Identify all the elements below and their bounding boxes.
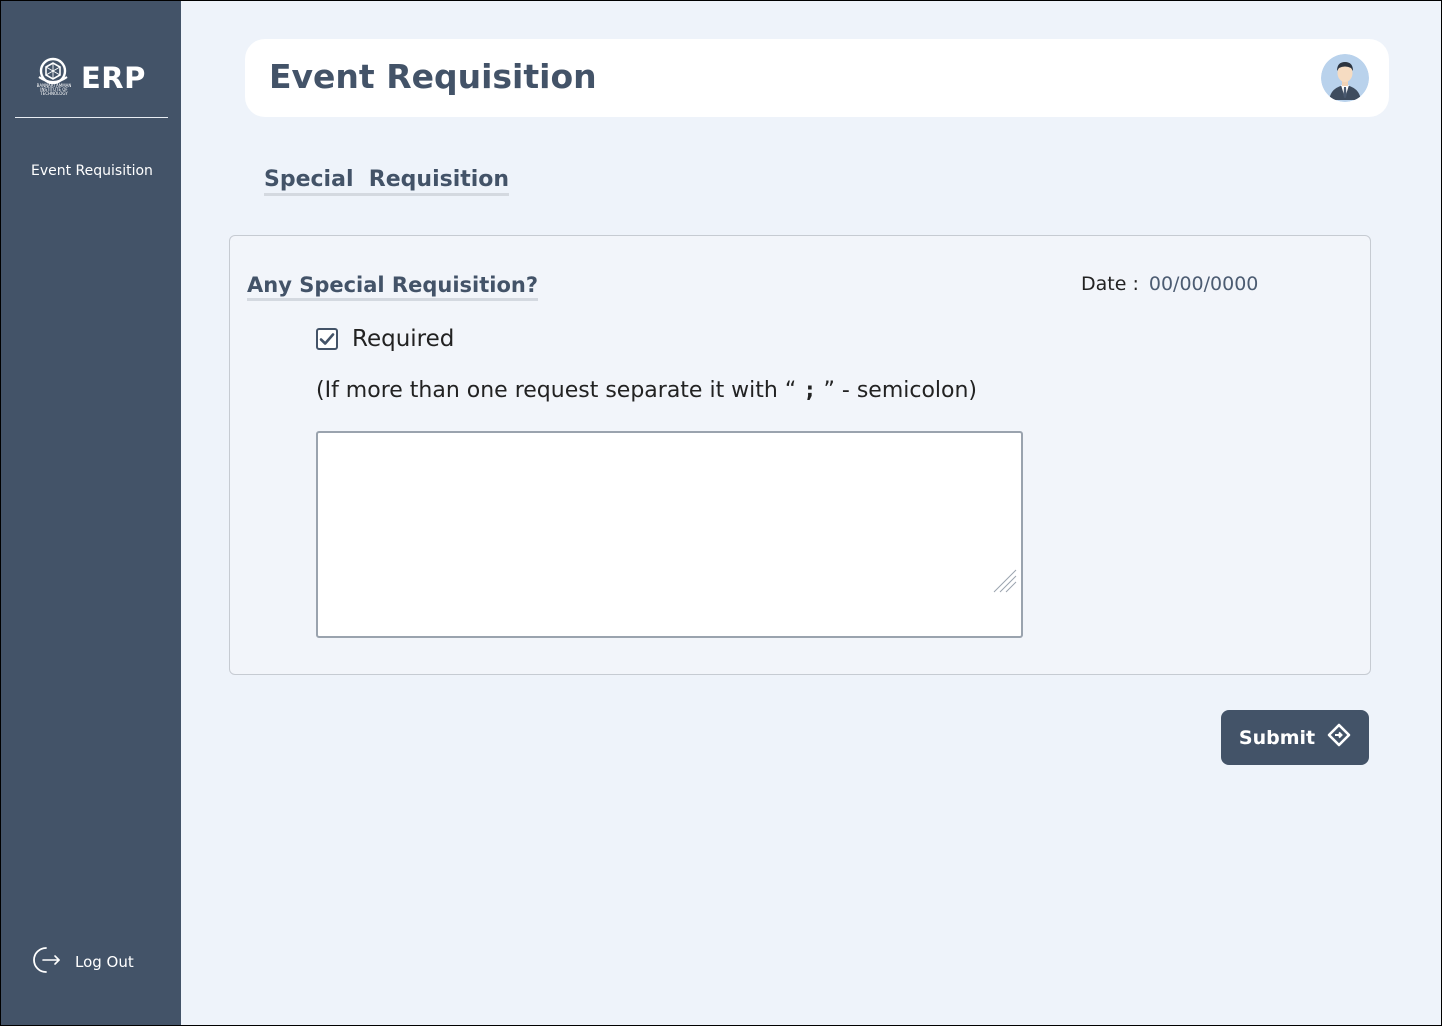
special-requisition-card: Any Special Requisition? Date : 00/00/00… — [229, 235, 1371, 675]
logo: BANNARI AMMAN INSTITUTE OF TECHNOLOGY ER… — [31, 57, 161, 99]
emblem-caption: BANNARI AMMAN INSTITUTE OF TECHNOLOGY — [36, 83, 72, 96]
required-checkbox-row[interactable]: Required — [316, 326, 454, 352]
section-title: Special Requisition — [264, 167, 510, 196]
resize-handle-icon[interactable] — [992, 568, 1018, 594]
hint-suffix: ” - semicolon) — [816, 378, 978, 403]
hint-prefix: (If more than one request separate it wi… — [316, 378, 804, 403]
separator-hint: (If more than one request separate it wi… — [316, 378, 977, 403]
user-avatar-icon[interactable] — [1321, 54, 1369, 102]
required-label: Required — [352, 326, 455, 352]
diamond-arrow-icon — [1327, 723, 1351, 752]
sidebar: BANNARI AMMAN INSTITUTE OF TECHNOLOGY ER… — [1, 1, 181, 1025]
requisition-textarea[interactable] — [316, 431, 1023, 638]
hint-semicolon: ; — [803, 378, 817, 403]
required-checkbox[interactable] — [316, 328, 338, 350]
submit-button[interactable]: Submit — [1221, 710, 1369, 765]
logout-label: Log Out — [75, 953, 134, 971]
page-header: Event Requisition — [245, 39, 1389, 117]
logout-button[interactable]: Log Out — [31, 945, 134, 979]
date-label: Date : — [1081, 273, 1139, 295]
institution-emblem-icon: BANNARI AMMAN INSTITUTE OF TECHNOLOGY — [31, 57, 77, 99]
card-question: Any Special Requisition? — [247, 272, 539, 301]
date-display: Date : 00/00/0000 — [1081, 272, 1258, 296]
submit-label: Submit — [1238, 726, 1316, 749]
logout-icon — [31, 945, 61, 979]
checkmark-icon — [319, 333, 335, 345]
sidebar-item-event-requisition[interactable]: Event Requisition — [31, 163, 153, 179]
app-window: BANNARI AMMAN INSTITUTE OF TECHNOLOGY ER… — [0, 0, 1442, 1026]
sidebar-divider — [15, 117, 168, 118]
page-title: Event Requisition — [269, 57, 597, 96]
sidebar-item-label: Event Requisition — [31, 163, 153, 179]
date-value: 00/00/0000 — [1148, 273, 1259, 295]
logo-text: ERP — [81, 61, 146, 95]
